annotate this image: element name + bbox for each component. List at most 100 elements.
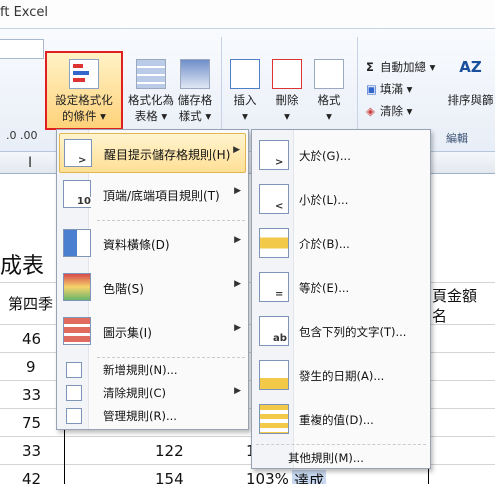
cell-styles-button[interactable]: 儲存格 樣式 ▾ <box>174 59 216 131</box>
submenu-item-label: 大於(G)... <box>299 149 351 163</box>
fill-label: 填滿 ▾ <box>380 82 413 96</box>
cell-value[interactable]: 122 <box>155 442 184 460</box>
cell-styles-icon <box>180 59 210 89</box>
submenu-item-label: 等於(E)... <box>299 281 350 295</box>
menu-item-new-rule[interactable]: 新增規則(N)... <box>59 359 246 381</box>
submenu-arrow-icon: ▶ <box>234 279 241 289</box>
submenu-arrow-icon: ▶ <box>234 235 241 245</box>
insert-icon <box>230 59 260 89</box>
submenu-item-duplicate-values[interactable]: 重複的值(D)... <box>252 398 430 442</box>
format-button[interactable]: 格式 ▾ <box>312 59 346 131</box>
conditional-formatting-menu: > 醒目提示儲存格規則(H) ▶ 10 頂端/底端項目規則(T) ▶ 資料橫條(… <box>56 129 249 430</box>
submenu-item-less-than[interactable]: < 小於(L)... <box>252 178 430 222</box>
cell-value[interactable]: 33 <box>22 442 41 460</box>
format-as-table-button[interactable]: 格式化為 表格 ▾ <box>128 59 174 131</box>
format-as-table-icon <box>136 59 166 89</box>
menu-separator <box>256 444 426 445</box>
format-icon <box>314 59 344 89</box>
submenu-arrow-icon: ▶ <box>234 186 241 196</box>
autosum-button[interactable]: Σ 自動加總 ▾ <box>366 59 435 75</box>
calendar-icon <box>259 360 289 390</box>
right-header-line1[interactable]: 頁金額 <box>432 285 477 306</box>
cell-value[interactable]: 75 <box>22 414 41 432</box>
fill-button[interactable]: ▣ 填滿 ▾ <box>366 81 412 97</box>
cell-value[interactable]: 154 <box>155 470 184 484</box>
submenu-item-label: 其他規則(M)... <box>288 451 364 465</box>
conditional-formatting-icon <box>69 59 99 89</box>
ribbon-separator <box>221 37 222 143</box>
menu-item-label: 圖示集(I) <box>103 326 152 340</box>
highlight-cells-icon: > <box>64 139 92 167</box>
right-header-line2[interactable]: 名 <box>432 305 447 326</box>
format-label-2: ▾ <box>326 109 332 123</box>
equal-to-icon: = <box>259 272 289 302</box>
menu-item-label: 新增規則(N)... <box>103 363 178 377</box>
menu-item-highlight-rules[interactable]: > 醒目提示儲存格規則(H) ▶ <box>59 133 246 173</box>
eraser-icon: ◈ <box>366 104 375 118</box>
format-as-table-label-2: 表格 ▾ <box>134 109 168 123</box>
menu-item-manage-rules[interactable]: 管理規則(R)... <box>59 405 246 427</box>
submenu-item-greater-than[interactable]: > 大於(G)... <box>252 134 430 178</box>
menu-item-color-scales[interactable]: 色階(S) ▶ <box>59 268 246 308</box>
insert-button[interactable]: 插入 ▾ <box>228 59 262 131</box>
sort-az-icon: AZ <box>459 58 482 76</box>
text-contains-icon: ab <box>259 316 289 346</box>
menu-item-label: 清除規則(C) <box>103 386 167 400</box>
submenu-arrow-icon: ▶ <box>234 323 241 333</box>
icon-sets-icon <box>63 317 91 345</box>
format-as-table-label: 格式化為 <box>128 93 174 107</box>
ribbon-separator-2 <box>357 37 358 143</box>
number-format-buttons[interactable]: .0 .00 <box>6 129 38 142</box>
top-bottom-icon: 10 <box>63 180 91 208</box>
menu-item-label: 頂端/底端項目規則(T) <box>103 189 220 203</box>
cell-value[interactable]: 9 <box>26 358 36 376</box>
menu-item-top-bottom[interactable]: 10 頂端/底端項目規則(T) ▶ <box>59 175 246 215</box>
conditional-formatting-button[interactable]: 設定格式化 的條件 ▾ <box>45 51 123 130</box>
menu-item-label: 醒目提示儲存格規則(H) <box>104 148 231 162</box>
cell-styles-label: 儲存格 <box>177 93 213 107</box>
name-box[interactable] <box>0 39 44 59</box>
submenu-item-label: 發生的日期(A)... <box>299 369 385 383</box>
sort-filter-button[interactable]: AZ 排序與篩 <box>446 59 495 131</box>
delete-icon <box>272 59 302 89</box>
manage-rules-icon <box>66 408 82 424</box>
menu-item-clear-rules[interactable]: 清除規則(C) ▶ <box>59 382 246 404</box>
cell-value[interactable]: 42 <box>22 470 41 484</box>
clear-button[interactable]: ◈ 清除 ▾ <box>366 103 412 119</box>
greater-than-icon: > <box>259 140 289 170</box>
less-than-icon: < <box>259 184 289 214</box>
menu-item-data-bars[interactable]: 資料橫條(D) ▶ <box>59 224 246 264</box>
title-bar: ft Excel <box>0 0 495 28</box>
data-bars-icon <box>63 229 91 257</box>
format-label: 格式 <box>317 93 341 107</box>
highlight-rules-submenu: > 大於(G)... < 小於(L)... 介於(B)... = 等於(E)..… <box>251 129 431 469</box>
cell-value[interactable]: 103% <box>246 470 289 484</box>
submenu-item-between[interactable]: 介於(B)... <box>252 222 430 266</box>
new-rule-icon <box>66 362 82 378</box>
delete-button[interactable]: 刪除 ▾ <box>270 59 304 131</box>
conditional-formatting-label-2: 的條件 ▾ <box>62 109 106 123</box>
submenu-item-text-contains[interactable]: ab 包含下列的文字(T)... <box>252 310 430 354</box>
column-header-i[interactable]: I <box>28 155 32 171</box>
submenu-item-label: 重複的值(D)... <box>299 413 374 427</box>
menu-item-label: 資料橫條(D) <box>103 238 170 252</box>
cell-value[interactable]: 46 <box>22 330 41 348</box>
menu-item-icon-sets[interactable]: 圖示集(I) ▶ <box>59 312 246 352</box>
submenu-item-equal-to[interactable]: = 等於(E)... <box>252 266 430 310</box>
column-label-q4[interactable]: 第四季 <box>8 293 53 314</box>
insert-label-2: ▾ <box>242 109 248 123</box>
cell-value[interactable]: 33 <box>22 386 41 404</box>
cell-value[interactable]: 達成 <box>292 470 327 484</box>
delete-label-2: ▾ <box>284 109 290 123</box>
sheet-title-fragment[interactable]: 成表 <box>0 248 44 280</box>
sigma-icon: Σ <box>366 60 374 74</box>
submenu-item-date-occurring[interactable]: 發生的日期(A)... <box>252 354 430 398</box>
color-scales-icon <box>63 273 91 301</box>
duplicate-values-icon <box>259 404 289 434</box>
menu-item-label: 管理規則(R)... <box>103 409 177 423</box>
menu-item-label: 色階(S) <box>103 282 144 296</box>
submenu-item-more-rules[interactable]: 其他規則(M)... <box>252 446 430 468</box>
menu-separator <box>97 220 245 221</box>
submenu-arrow-icon: ▶ <box>234 386 241 396</box>
editing-group-label: 編輯 <box>446 132 468 145</box>
